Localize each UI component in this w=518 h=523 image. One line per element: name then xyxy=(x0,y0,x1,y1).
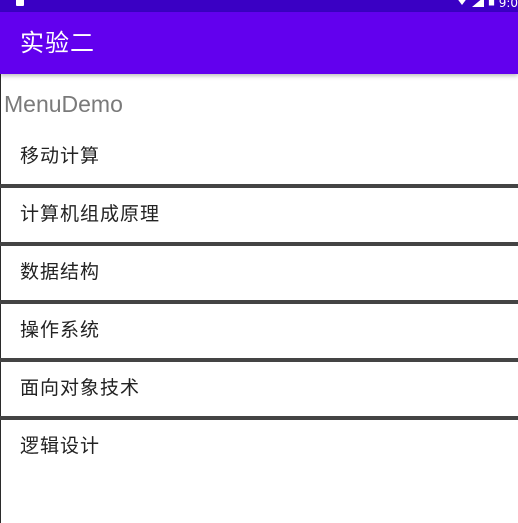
list-item[interactable]: 计算机组成原理 xyxy=(0,188,518,246)
list-item[interactable]: 逻辑设计 xyxy=(0,420,518,474)
battery-icon xyxy=(488,0,494,6)
wifi-icon xyxy=(457,0,466,5)
course-list: 移动计算 计算机组成原理 数据结构 操作系统 面向对象技术 逻辑设计 xyxy=(0,130,518,474)
list-item-label: 计算机组成原理 xyxy=(20,203,161,225)
app-screen: 9:0 实验二 MenuDemo 移动计算 计算机组成原理 数据结构 操作系统 … xyxy=(0,0,518,523)
list-item[interactable]: 移动计算 xyxy=(0,130,518,188)
sim-card-icon xyxy=(16,0,24,6)
list-item[interactable]: 面向对象技术 xyxy=(0,362,518,420)
list-item-label: 数据结构 xyxy=(20,261,101,283)
list-item-label: 面向对象技术 xyxy=(20,377,141,399)
list-item-label: 逻辑设计 xyxy=(20,435,101,457)
signal-icon xyxy=(471,0,484,7)
list-item-label: 操作系统 xyxy=(20,319,101,341)
status-icons: 9:0 xyxy=(456,0,518,9)
list-item[interactable]: 操作系统 xyxy=(0,304,518,362)
status-bar: 9:0 xyxy=(0,0,518,12)
app-bar: 实验二 xyxy=(0,12,518,74)
app-title: 实验二 xyxy=(20,29,95,57)
list-item-label: 移动计算 xyxy=(20,145,101,167)
page-subtitle: MenuDemo xyxy=(4,91,123,117)
list-item[interactable]: 数据结构 xyxy=(0,246,518,304)
status-time: 9:0 xyxy=(498,0,518,10)
